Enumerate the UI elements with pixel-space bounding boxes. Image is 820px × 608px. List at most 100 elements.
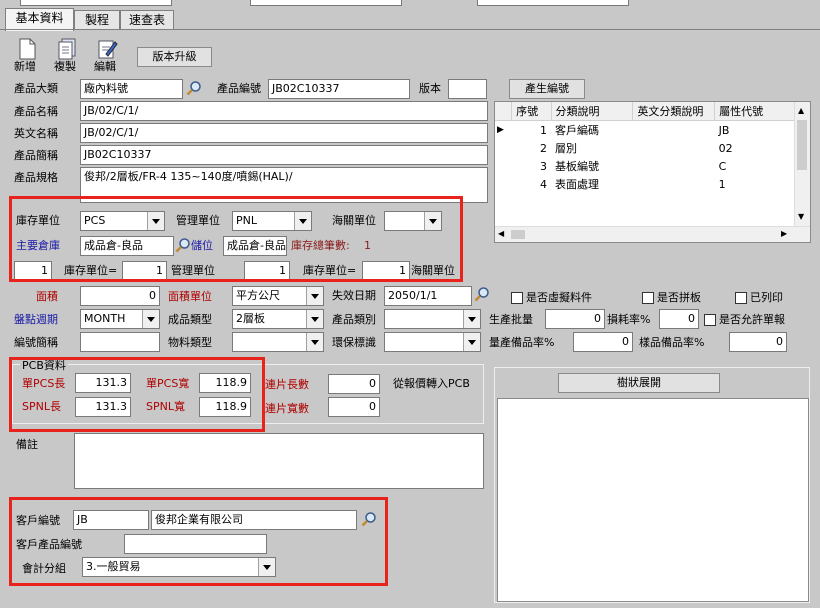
code-table-hscroll[interactable]: ◀ ▶ — [495, 226, 810, 242]
chevron-down-icon[interactable] — [463, 310, 480, 328]
name-field[interactable]: JB/02/C/1/ — [80, 101, 488, 121]
category-field[interactable]: 廠內料號 — [80, 79, 183, 99]
scroll-thumb[interactable] — [797, 120, 807, 170]
copy-button[interactable]: 複製 — [52, 38, 82, 74]
customer-product-code-field[interactable] — [124, 534, 267, 554]
category-search-icon[interactable] — [186, 80, 202, 96]
table-row[interactable]: 4 表面處理 1 — [495, 175, 795, 193]
link-width-field[interactable]: 0 — [328, 397, 380, 417]
area-label: 面積 — [36, 290, 58, 303]
material-type-select[interactable] — [232, 332, 324, 352]
spnl-length-field[interactable]: 131.3 — [75, 397, 131, 417]
tree-expand-button[interactable]: 樹狀展開 — [558, 373, 720, 393]
tree-view[interactable] — [497, 398, 809, 602]
customer-product-code-label: 客戶產品編號 — [16, 538, 82, 551]
chevron-down-icon[interactable] — [147, 212, 164, 230]
table-cell: C — [718, 159, 727, 173]
date-search-icon[interactable] — [474, 286, 490, 302]
printed-checkbox[interactable] — [735, 292, 747, 304]
printed-label: 已列印 — [750, 291, 783, 304]
customer-name-field[interactable]: 俊邦企業有限公司 — [151, 510, 357, 530]
chevron-down-icon[interactable] — [306, 310, 323, 328]
chevron-down-icon[interactable] — [306, 287, 323, 305]
table-row[interactable]: ▶ 1 客戶編碼 JB — [495, 121, 795, 140]
main-warehouse-field[interactable]: 成品倉-良品 — [80, 236, 174, 256]
allow-label: 是否允許單報 — [719, 313, 785, 326]
chevron-down-icon[interactable] — [294, 212, 311, 230]
en-name-field[interactable]: JB/02/C/1/ — [80, 123, 488, 143]
table-row[interactable]: 2 層別 02 — [495, 139, 795, 157]
scroll-down-icon[interactable]: ▼ — [798, 212, 804, 221]
edit-button[interactable]: 編輯 — [92, 38, 122, 74]
sample-rate-field[interactable]: 0 — [729, 332, 787, 352]
code-table-vscroll[interactable]: ▲ ▼ — [794, 102, 810, 227]
generate-code-button[interactable]: 產生編號 — [509, 79, 585, 99]
conversion-qty-2[interactable]: 1 — [122, 261, 167, 281]
count-cycle-select[interactable]: MONTH — [80, 309, 160, 329]
eco-select[interactable] — [384, 332, 481, 352]
product-code-field[interactable]: JB02C10337 — [268, 79, 410, 99]
scroll-right-icon[interactable]: ▶ — [781, 229, 787, 238]
area-field[interactable]: 0 — [80, 286, 160, 306]
tab-basic[interactable]: 基本資料 — [5, 8, 74, 31]
conversion-qty-4[interactable]: 1 — [362, 261, 410, 281]
finished-type-select[interactable]: 2層板 — [232, 309, 324, 329]
batch-field[interactable]: 0 — [545, 309, 605, 329]
code-short-field[interactable] — [80, 332, 160, 352]
pcs-length-label: 單PCS長 — [22, 377, 66, 390]
code-table-header: 屬性代號 — [714, 102, 795, 121]
customs-unit-select[interactable] — [384, 211, 442, 231]
spec-field[interactable]: 俊邦/2層板/FR-4 135~140度/噴錫(HAL)/ — [80, 167, 488, 203]
new-button[interactable]: 新增 — [12, 38, 42, 74]
panel-checkbox[interactable] — [642, 292, 654, 304]
chevron-down-icon[interactable] — [463, 333, 480, 351]
spare-rate-label: 量產備品率% — [489, 336, 555, 349]
tab-process[interactable]: 製程 — [74, 10, 120, 30]
allow-checkbox[interactable] — [704, 314, 716, 326]
expire-date-field[interactable]: 2050/1/1 — [384, 286, 472, 306]
stock-unit-value: PCS — [84, 214, 106, 227]
spare-rate-field[interactable]: 0 — [573, 332, 633, 352]
chevron-down-icon[interactable] — [424, 212, 441, 230]
area-unit-select[interactable]: 平方公尺 — [232, 286, 324, 306]
code-short-label: 編號簡稱 — [14, 336, 58, 349]
location-field[interactable]: 成品倉-良品 — [223, 236, 287, 256]
scroll-up-icon[interactable]: ▲ — [798, 106, 804, 115]
mgmt-unit-label: 管理單位 — [176, 214, 220, 227]
pcs-width-field[interactable]: 118.9 — [199, 373, 251, 393]
batch-label: 生產批量 — [489, 313, 533, 326]
copy-label: 複製 — [54, 60, 76, 73]
warehouse-search-icon[interactable] — [175, 237, 191, 253]
mgmt-unit-select[interactable]: PNL — [232, 211, 312, 231]
table-cell: 1 — [540, 123, 548, 137]
customer-code-field[interactable]: JB — [73, 510, 149, 530]
scroll-left-icon[interactable]: ◀ — [498, 229, 504, 238]
table-row[interactable]: 3 基板編號 C — [495, 157, 795, 175]
quote-to-pcb-label[interactable]: 從報價轉入PCB — [393, 377, 470, 391]
version-field[interactable] — [448, 79, 487, 99]
conversion-qty-1[interactable]: 1 — [14, 261, 52, 281]
conversion-qty-3[interactable]: 1 — [244, 261, 290, 281]
chevron-down-icon[interactable] — [258, 558, 275, 576]
link-length-field[interactable]: 0 — [328, 374, 380, 394]
chevron-down-icon[interactable] — [142, 310, 159, 328]
short-name-field[interactable]: JB02C10337 — [80, 145, 488, 165]
notes-field[interactable] — [74, 433, 484, 489]
virtual-item-checkbox[interactable] — [511, 292, 523, 304]
stock-unit-select[interactable]: PCS — [80, 211, 165, 231]
accounting-group-select[interactable]: 3.一般貿易 — [82, 557, 276, 577]
scroll-thumb[interactable] — [511, 230, 525, 239]
chevron-down-icon[interactable] — [306, 333, 323, 351]
spnl-width-label: SPNL寬 — [146, 400, 185, 413]
loss-rate-field[interactable]: 0 — [659, 309, 699, 329]
version-upgrade-button[interactable]: 版本升級 — [137, 47, 212, 67]
pcs-length-field[interactable]: 131.3 — [75, 373, 131, 393]
tab-quick[interactable]: 速查表 — [120, 10, 174, 30]
product-category-select[interactable] — [384, 309, 481, 329]
short-name-label: 產品簡稱 — [14, 149, 58, 162]
spnl-width-field[interactable]: 118.9 — [199, 397, 251, 417]
area-unit-label: 面積單位 — [168, 290, 212, 303]
tab-underline — [0, 29, 820, 30]
customer-search-icon[interactable] — [361, 511, 377, 527]
pcb-group-label: PCB資料 — [20, 359, 68, 373]
